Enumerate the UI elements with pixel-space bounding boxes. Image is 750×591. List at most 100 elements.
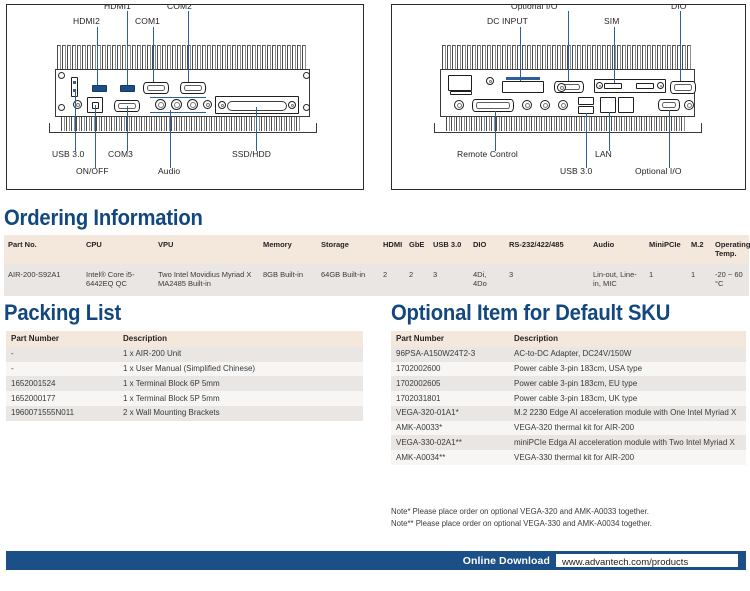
- audio-jack-line-in: [171, 99, 182, 110]
- leader-line-usb30: [75, 89, 76, 151]
- table-row: 1652000177 1 x Terminal Block 5P 5mm: [6, 391, 363, 406]
- cell-audio: Lin-out, Line-in, MIC: [589, 264, 645, 296]
- table-row: - 1 x User Manual (Simplified Chinese): [6, 361, 363, 377]
- col-memory: Memory: [259, 235, 317, 265]
- label-ssd-hdd: SSD/HDD: [232, 149, 271, 159]
- col-part-no: Part No.: [4, 235, 82, 265]
- antenna-connector: [558, 100, 568, 110]
- packing-list-table: Part Number Description - 1 x AIR-200 Un…: [6, 331, 363, 421]
- table-row: 1702002600 Power cable 3-pin 183cm, USA …: [391, 361, 746, 377]
- leader-line-com2: [188, 11, 189, 82]
- io-panel-diagrams: HDMI1 HDMI2 COM1 COM2 USB 3.0 COM3 SSD/H…: [0, 0, 750, 196]
- cell-memory: 8GB Built-in: [259, 264, 317, 296]
- table-row: 1652001524 1 x Terminal Block 6P 5mm: [6, 376, 363, 391]
- cell-dio: 4Di, 4Do: [469, 264, 505, 296]
- dc-input-connector: [502, 81, 544, 93]
- com1-port: [143, 82, 169, 94]
- audio-group-outline: [150, 112, 206, 113]
- table-row: AMK-A0034** VEGA-330 thermal kit for AIR…: [391, 450, 746, 465]
- audio-jack-mic: [187, 99, 198, 110]
- chassis-foot-front: [49, 123, 317, 133]
- leader-line-onoff: [95, 105, 96, 168]
- cell-usb30: 3: [429, 264, 469, 296]
- usb-port-blue-insert: [73, 81, 76, 84]
- col-op-temp: Operating Temp.: [711, 235, 750, 265]
- table-row: 1702031801 Power cable 3-pin 183cm, UK t…: [391, 391, 746, 406]
- screw-hole: [303, 104, 310, 111]
- col-cpu: CPU: [82, 235, 154, 265]
- cell-description: AC-to-DC Adapter, DC24V/150W: [509, 346, 746, 362]
- optional-item-table: Part Number Description 96PSA-A150W24T2-…: [391, 331, 746, 465]
- table-row: 1702002605 Power cable 3-pin 183cm, EU t…: [391, 376, 746, 391]
- label-com2: COM2: [167, 4, 192, 11]
- hdmi2-port: [92, 85, 107, 92]
- label-lan: LAN: [595, 149, 612, 159]
- leader-line-hdmi1: [127, 11, 128, 85]
- ordering-information-heading: Ordering Information: [4, 205, 203, 230]
- rear-io-illustration: Optional I/O DC INPUT SIM DIO Remote Con…: [392, 5, 745, 189]
- col-description: Description: [509, 331, 746, 347]
- leader-line-remote-control: [495, 111, 496, 151]
- leader-line-dio: [680, 11, 681, 81]
- lan-port-2: [618, 97, 634, 113]
- screw-hole: [58, 104, 65, 111]
- packing-list-heading: Packing List: [4, 300, 122, 325]
- table-row: 1960071555N011 2 x Wall Mounting Bracket…: [6, 405, 363, 421]
- leader-line-audio: [170, 110, 171, 168]
- leader-line-lan: [609, 112, 610, 151]
- table-header-row: Part Number Description: [6, 331, 363, 347]
- cell-description: 1 x User Manual (Simplified Chinese): [118, 361, 363, 377]
- label-hdmi1: HDMI1: [104, 4, 131, 11]
- leader-line-ssd-hdd: [256, 107, 257, 151]
- dio-connector: [670, 81, 696, 94]
- ssd-hdd-bay: [215, 96, 299, 114]
- leader-line-dc-input: [520, 27, 521, 81]
- sim-panel-screw: [657, 82, 664, 89]
- online-download-url[interactable]: www.advantech.com/products: [556, 554, 738, 568]
- col-usb30: USB 3.0: [429, 235, 469, 265]
- cell-description: Power cable 3-pin 183cm, UK type: [509, 391, 746, 406]
- table-row: VEGA-330-02A1** miniPCIe Edga AI acceler…: [391, 435, 746, 450]
- cell-part-number: VEGA-320-01A1*: [391, 405, 509, 421]
- leader-line-optional-io-bottom: [669, 110, 670, 168]
- footer-bar: Online Download www.advantech.com/produc…: [6, 551, 746, 570]
- table-row: 96PSA-A150W24T2-3 AC-to-DC Adapter, DC24…: [391, 346, 746, 362]
- sim-slot: [604, 83, 622, 89]
- footer-download-group: Online Download www.advantech.com/produc…: [463, 551, 738, 570]
- cell-minipcie: 1: [645, 264, 687, 296]
- col-gbe: GbE: [405, 235, 429, 265]
- leader-line-usb30-rear: [586, 113, 587, 168]
- dc-input-highlight: [506, 77, 540, 80]
- label-dio: DIO: [671, 4, 687, 11]
- cell-op-temp: -20 ~ 60 °C: [711, 264, 749, 296]
- label-optional-io-top: Optional I/O: [511, 4, 558, 11]
- cell-description: Power cable 3-pin 183cm, USA type: [509, 361, 746, 377]
- leader-line-hdmi2: [97, 27, 98, 85]
- col-storage: Storage: [317, 235, 379, 265]
- online-download-label: Online Download: [462, 554, 550, 567]
- cell-part-number: VEGA-330-02A1**: [391, 435, 509, 450]
- cell-description: VEGA-330 thermal kit for AIR-200: [509, 450, 746, 465]
- cell-part-number: 1702002600: [391, 361, 509, 377]
- chassis-foot-rear: [434, 123, 702, 133]
- cell-description: 1 x Terminal Block 6P 5mm: [118, 376, 363, 391]
- note-double-asterisk: Note** Please place order on optional VE…: [391, 519, 652, 529]
- col-description: Description: [118, 331, 363, 347]
- label-usb30-front: USB 3.0: [52, 149, 85, 159]
- cell-description: 2 x Wall Mounting Brackets: [118, 405, 363, 421]
- label-dc-input: DC INPUT: [487, 16, 528, 26]
- cell-hdmi: 2: [379, 264, 405, 296]
- label-on-off: ON/OFF: [76, 166, 109, 176]
- cell-storage: 64GB Built-in: [317, 264, 379, 296]
- terminal-block-base: [450, 91, 472, 95]
- label-audio: Audio: [158, 166, 181, 176]
- col-vpu: VPU: [154, 235, 259, 265]
- screw-hole: [303, 72, 310, 79]
- audio-group-outline: [150, 97, 206, 98]
- remote-control-connector: [472, 99, 514, 112]
- col-minipcie: MiniPCIe: [645, 235, 687, 265]
- front-io-panel-box: HDMI1 HDMI2 COM1 COM2 USB 3.0 COM3 SSD/H…: [6, 4, 364, 190]
- col-dio: DIO: [469, 235, 505, 265]
- cell-part-number: 1960071555N011: [6, 405, 118, 421]
- col-part-number: Part Number: [6, 331, 118, 347]
